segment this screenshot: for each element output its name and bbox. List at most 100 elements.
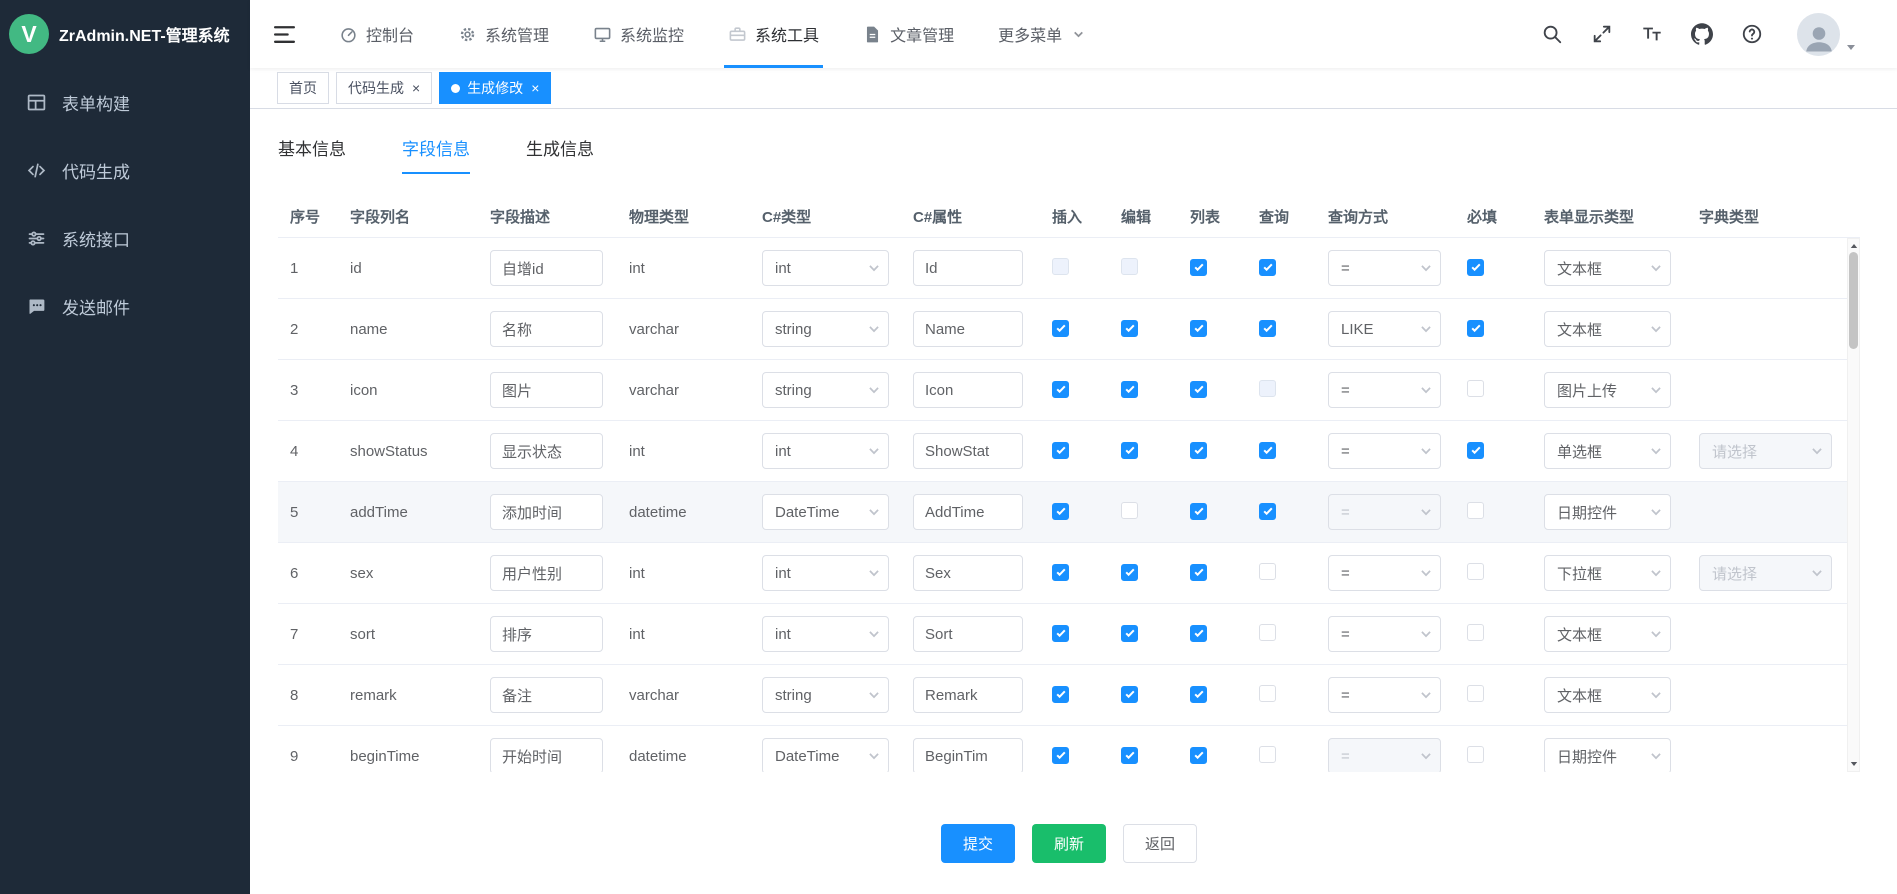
- checkbox[interactable]: [1467, 442, 1484, 459]
- cs-type-select[interactable]: int: [762, 250, 889, 286]
- cs-type-select[interactable]: string: [762, 372, 889, 408]
- desc-input[interactable]: [490, 555, 603, 591]
- cs-prop-input[interactable]: [913, 677, 1023, 713]
- desc-input[interactable]: [490, 433, 603, 469]
- desc-input[interactable]: [490, 677, 603, 713]
- checkbox[interactable]: [1259, 563, 1276, 580]
- checkbox[interactable]: [1121, 625, 1138, 642]
- query-type-select[interactable]: LIKE: [1328, 311, 1441, 347]
- cs-type-select[interactable]: string: [762, 311, 889, 347]
- display-type-select[interactable]: 文本框: [1544, 616, 1671, 652]
- checkbox[interactable]: [1467, 624, 1484, 641]
- cs-prop-input[interactable]: [913, 494, 1023, 530]
- checkbox[interactable]: [1467, 563, 1484, 580]
- desc-input[interactable]: [490, 616, 603, 652]
- close-icon[interactable]: ×: [531, 81, 539, 95]
- sidebar-item-3[interactable]: 发送邮件: [0, 272, 250, 340]
- checkbox[interactable]: [1052, 747, 1069, 764]
- checkbox[interactable]: [1190, 320, 1207, 337]
- checkbox[interactable]: [1190, 259, 1207, 276]
- submit-button[interactable]: 提交: [941, 824, 1015, 863]
- checkbox[interactable]: [1121, 381, 1138, 398]
- font-size-icon[interactable]: [1641, 23, 1663, 45]
- checkbox[interactable]: [1259, 503, 1276, 520]
- route-tab-2[interactable]: 生成修改×: [439, 72, 551, 104]
- cs-prop-input[interactable]: [913, 738, 1023, 772]
- checkbox[interactable]: [1467, 259, 1484, 276]
- desc-input[interactable]: [490, 311, 603, 347]
- checkbox[interactable]: [1190, 442, 1207, 459]
- user-menu[interactable]: [1797, 13, 1857, 56]
- checkbox[interactable]: [1121, 320, 1138, 337]
- checkbox[interactable]: [1190, 503, 1207, 520]
- cs-prop-input[interactable]: [913, 372, 1023, 408]
- checkbox[interactable]: [1259, 259, 1276, 276]
- cs-type-select[interactable]: int: [762, 433, 889, 469]
- fullscreen-icon[interactable]: [1591, 23, 1613, 45]
- close-icon[interactable]: ×: [412, 81, 420, 95]
- route-tab-0[interactable]: 首页: [277, 72, 329, 104]
- checkbox[interactable]: [1121, 564, 1138, 581]
- display-type-select[interactable]: 日期控件: [1544, 738, 1671, 772]
- hamburger-icon[interactable]: [272, 22, 297, 47]
- desc-input[interactable]: [490, 250, 603, 286]
- scrollbar-thumb[interactable]: [1849, 252, 1858, 349]
- checkbox[interactable]: [1467, 746, 1484, 763]
- checkbox[interactable]: [1121, 502, 1138, 519]
- cs-type-select[interactable]: DateTime: [762, 738, 889, 772]
- tab-1[interactable]: 字段信息: [402, 135, 470, 174]
- display-type-select[interactable]: 图片上传: [1544, 372, 1671, 408]
- display-type-select[interactable]: 下拉框: [1544, 555, 1671, 591]
- checkbox[interactable]: [1121, 747, 1138, 764]
- checkbox[interactable]: [1467, 320, 1484, 337]
- nav-item-2[interactable]: 系统监控: [571, 0, 706, 68]
- sidebar-item-0[interactable]: 表单构建: [0, 68, 250, 136]
- back-button[interactable]: 返回: [1123, 824, 1197, 863]
- cs-prop-input[interactable]: [913, 250, 1023, 286]
- query-type-select[interactable]: =: [1328, 433, 1441, 469]
- question-icon[interactable]: [1741, 23, 1763, 45]
- nav-item-5[interactable]: 更多菜单: [976, 0, 1107, 68]
- checkbox[interactable]: [1052, 625, 1069, 642]
- query-type-select[interactable]: =: [1328, 677, 1441, 713]
- cs-type-select[interactable]: string: [762, 677, 889, 713]
- nav-item-4[interactable]: 文章管理: [841, 0, 976, 68]
- cs-type-select[interactable]: int: [762, 616, 889, 652]
- checkbox[interactable]: [1467, 685, 1484, 702]
- checkbox[interactable]: [1259, 442, 1276, 459]
- display-type-select[interactable]: 日期控件: [1544, 494, 1671, 530]
- checkbox[interactable]: [1121, 442, 1138, 459]
- table-scrollbar[interactable]: [1847, 238, 1860, 772]
- display-type-select[interactable]: 文本框: [1544, 677, 1671, 713]
- desc-input[interactable]: [490, 372, 603, 408]
- query-type-select[interactable]: =: [1328, 555, 1441, 591]
- nav-item-1[interactable]: 系统管理: [436, 0, 571, 68]
- checkbox[interactable]: [1121, 686, 1138, 703]
- cs-prop-input[interactable]: [913, 433, 1023, 469]
- route-tab-1[interactable]: 代码生成×: [336, 72, 432, 104]
- tab-2[interactable]: 生成信息: [526, 135, 594, 174]
- checkbox[interactable]: [1190, 747, 1207, 764]
- tab-0[interactable]: 基本信息: [278, 135, 346, 174]
- query-type-select[interactable]: =: [1328, 250, 1441, 286]
- scroll-down-arrow-icon[interactable]: [1848, 758, 1859, 770]
- checkbox[interactable]: [1190, 381, 1207, 398]
- checkbox[interactable]: [1190, 686, 1207, 703]
- checkbox[interactable]: [1467, 380, 1484, 397]
- cs-prop-input[interactable]: [913, 616, 1023, 652]
- checkbox[interactable]: [1259, 746, 1276, 763]
- checkbox[interactable]: [1052, 686, 1069, 703]
- sidebar-item-2[interactable]: 系统接口: [0, 204, 250, 272]
- checkbox[interactable]: [1052, 503, 1069, 520]
- checkbox[interactable]: [1467, 502, 1484, 519]
- query-type-select[interactable]: =: [1328, 372, 1441, 408]
- desc-input[interactable]: [490, 494, 603, 530]
- search-icon[interactable]: [1541, 23, 1563, 45]
- query-type-select[interactable]: =: [1328, 616, 1441, 652]
- checkbox[interactable]: [1259, 685, 1276, 702]
- cs-prop-input[interactable]: [913, 311, 1023, 347]
- github-icon[interactable]: [1691, 23, 1713, 45]
- display-type-select[interactable]: 文本框: [1544, 250, 1671, 286]
- checkbox[interactable]: [1052, 442, 1069, 459]
- nav-item-3[interactable]: 系统工具: [706, 0, 841, 68]
